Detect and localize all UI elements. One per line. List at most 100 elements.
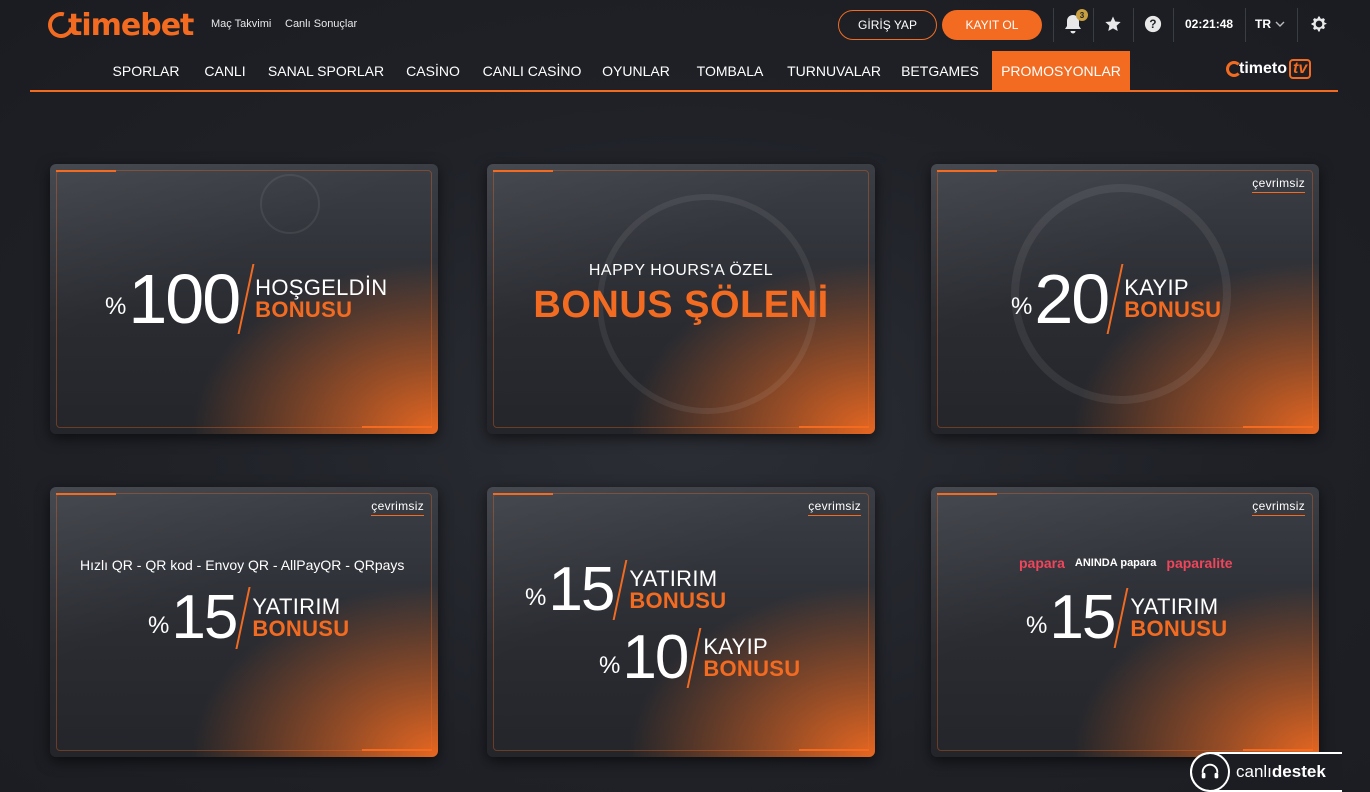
nav-sanal-sporlar[interactable]: SANAL SPORLAR [264,51,388,90]
bonus-label-top: HOŞGELDİN [255,274,388,300]
match-calendar-link[interactable]: Maç Takvimi [211,18,271,30]
promo-text: % 15 YATIRIM BONUSU [148,587,349,649]
percent-sign: % [599,652,621,679]
cevrimsiz-tag: çevrimsiz [1252,176,1305,193]
promo-card-qr-deposit-bonus[interactable]: çevrimsiz Hızlı QR - QR kod - Envoy QR -… [50,487,438,757]
papara-logos: papara ANINDA papara paparalite [1019,555,1233,571]
bonus-soleni-title: BONUS ŞÖLENİ [533,284,829,326]
bonus-label-bottom: BONUSU [1130,616,1228,641]
promo-card-deposit-and-loss-bonus[interactable]: çevrimsiz % 15 YATIRIM BONUSU % 10 KAYIP… [487,487,875,757]
nav-tombala[interactable]: TOMBALA [688,51,772,90]
language-label: TR [1255,17,1271,31]
aninda-papara-logo: ANINDA papara [1074,557,1157,569]
star-icon[interactable] [1101,12,1125,36]
live-support-button[interactable]: canlıdestek [1190,752,1342,792]
login-button[interactable]: GİRİŞ YAP [838,10,937,40]
deposit-labels: YATIRIM BONUSU [629,565,727,613]
slash-divider [235,587,251,649]
slash-divider [1113,588,1129,648]
register-button[interactable]: KAYIT OL [942,10,1042,40]
clock-tower-graphic [260,174,320,234]
timebet-logo[interactable]: timebet [43,7,194,43]
deposit-label-top: YATIRIM [629,565,718,591]
loss-label-top: KAYIP [703,633,768,659]
divider [1053,8,1054,42]
language-selector[interactable]: TR [1255,17,1285,31]
promo-card-loss-bonus[interactable]: çevrimsiz % 20 KAYIP BONUSU [931,164,1319,434]
notification-badge: 3 [1076,9,1088,21]
percent-sign: % [148,612,170,639]
nav-turnuvalar[interactable]: TURNUVALAR [782,51,886,90]
chevron-down-icon [1275,21,1285,27]
bonus-label-bottom: BONUSU [255,297,353,322]
live-results-link[interactable]: Canlı Sonuçlar [285,18,357,30]
promo-card-papara-deposit-bonus[interactable]: çevrimsiz papara ANINDA papara paparalit… [931,487,1319,757]
nav-canli-casino[interactable]: CANLI CASİNO [478,51,586,90]
bonus-label-bottom: BONUSU [1124,297,1222,322]
nav-oyunlar[interactable]: OYUNLAR [598,51,674,90]
bonus-labels: YATIRIM BONUSU [1130,593,1228,641]
qr-methods-text: Hızlı QR - QR kod - Envoy QR - AllPayQR … [80,557,405,573]
slash-divider [612,560,628,620]
bonus-label-top: YATIRIM [252,593,341,619]
bonus-amount: 20 [1034,260,1110,338]
bell-icon[interactable]: 3 [1061,9,1088,36]
divider [1133,8,1134,42]
promo-card-happy-hours[interactable]: HAPPY HOURS'A ÖZEL BONUS ŞÖLENİ [487,164,875,434]
divider [1245,8,1246,42]
help-icon[interactable]: ? [1141,12,1165,36]
bonus-amount: 100 [128,260,241,338]
timetotv-logo[interactable]: timeto tv [1226,59,1312,79]
percent-sign: % [1026,612,1048,639]
slash-divider [1106,264,1124,334]
divider [1093,8,1094,42]
clock: 02:21:48 [1185,17,1234,31]
support-text-bold: destek [1271,762,1326,781]
deposit-label-bottom: BONUSU [629,588,727,613]
deposit-amount: 15 [548,555,615,624]
headset-icon [1190,752,1230,792]
slash-divider [237,264,255,334]
cevrimsiz-tag: çevrimsiz [371,499,424,516]
settings-icon[interactable] [1307,12,1331,36]
papara-lite-logo: paparalite [1166,555,1233,571]
timetotv-suffix: tv [1289,59,1312,79]
bonus-label-top: YATIRIM [1130,593,1219,619]
nav-betgames[interactable]: BETGAMES [898,51,982,90]
nav-promosyonlar[interactable]: PROMOSYONLAR [992,51,1130,90]
promo-text: % 100 HOŞGELDİN BONUSU [105,264,387,334]
loss-label-bottom: BONUSU [703,656,801,681]
bonus-labels: YATIRIM BONUSU [252,593,350,641]
divider [1173,8,1174,42]
nav-canli[interactable]: CANLI [196,51,254,90]
promo-text: % 15 YATIRIM BONUSU [1026,587,1227,649]
nav-casino[interactable]: CASİNO [400,51,466,90]
logo-text: timebet [68,7,194,43]
live-support-label: canlıdestek [1236,762,1326,782]
percent-sign: % [105,293,127,320]
top-bar: timebet Maç Takvimi Canlı Sonuçlar GİRİŞ… [0,0,1370,50]
percent-sign: % [525,584,547,611]
slash-divider [686,628,702,688]
happy-hours-subtitle: HAPPY HOURS'A ÖZEL [588,262,774,279]
bonus-amount: 15 [171,583,238,652]
loss-amount: 10 [622,623,689,692]
bonus-labels: KAYIP BONUSU [1124,274,1222,322]
promo-text: % 20 KAYIP BONUSU [1011,264,1221,334]
loss-labels: KAYIP BONUSU [703,633,801,681]
percent-sign: % [1011,293,1033,320]
bonus-label-top: KAYIP [1124,274,1189,300]
divider [1297,8,1298,42]
promo-card-welcome-bonus[interactable]: % 100 HOŞGELDİN BONUSU [50,164,438,434]
deposit-promo-text: % 15 YATIRIM BONUSU [525,559,726,621]
timetotv-brand: timeto [1239,60,1287,77]
bonus-amount: 15 [1049,583,1116,652]
cevrimsiz-tag: çevrimsiz [808,499,861,516]
svg-text:?: ? [1149,18,1156,31]
bonus-label-bottom: BONUSU [252,616,350,641]
cevrimsiz-tag: çevrimsiz [1252,499,1305,516]
nav-sporlar[interactable]: SPORLAR [106,51,186,90]
bonus-labels: HOŞGELDİN BONUSU [255,274,388,322]
main-nav: SPORLAR CANLI SANAL SPORLAR CASİNO CANLI… [30,51,1338,92]
papara-logo: papara [1019,555,1065,571]
